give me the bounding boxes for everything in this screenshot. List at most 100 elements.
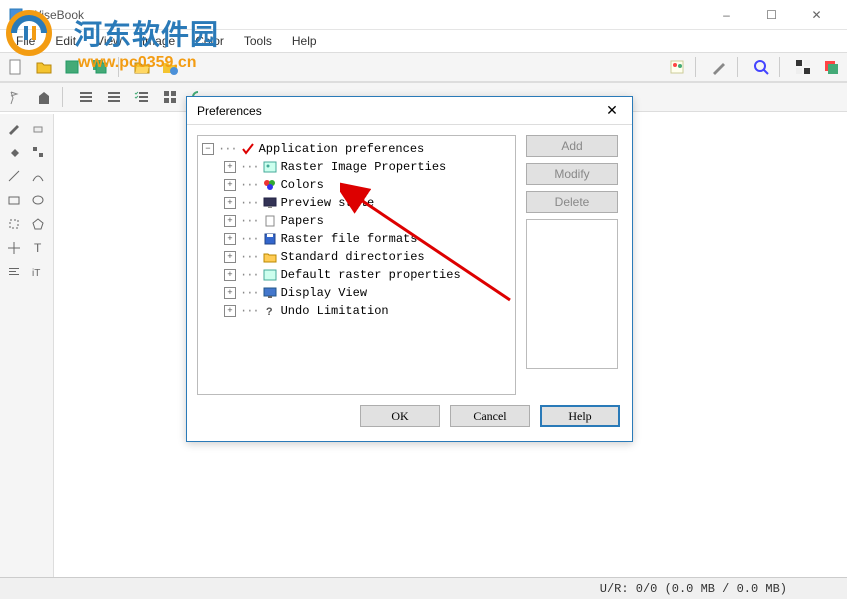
monitor-icon: [262, 196, 278, 210]
add-button[interactable]: Add: [526, 135, 618, 157]
building-icon[interactable]: [32, 85, 56, 109]
tree-item-label: Display View: [281, 286, 367, 300]
display-icon: [262, 286, 278, 300]
tree-item-label: Raster Image Properties: [281, 160, 447, 174]
tree-item-directories[interactable]: + ··· Standard directories: [202, 248, 511, 266]
expand-icon[interactable]: +: [224, 251, 236, 263]
move-icon[interactable]: [4, 238, 24, 258]
maximize-button[interactable]: ☐: [749, 1, 794, 29]
curve-icon[interactable]: [28, 166, 48, 186]
save-icon[interactable]: [60, 55, 84, 79]
floppy-icon: [262, 232, 278, 246]
tiles-icon[interactable]: [158, 85, 182, 109]
text-icon[interactable]: T: [28, 238, 48, 258]
statusbar: U/R: 0/0 (0.0 MB / 0.0 MB): [0, 577, 847, 599]
image-icon: [262, 268, 278, 282]
collapse-icon[interactable]: −: [202, 143, 214, 155]
zoom-icon[interactable]: [749, 55, 773, 79]
tree-item-file-formats[interactable]: + ··· Raster file formats: [202, 230, 511, 248]
menubar: File Edit View Image Color Tools Help: [0, 30, 847, 52]
menu-help[interactable]: Help: [282, 32, 327, 50]
grid-icon[interactable]: [791, 55, 815, 79]
cancel-button[interactable]: Cancel: [450, 405, 530, 427]
open-icon[interactable]: [32, 55, 56, 79]
tree-root-label: Application preferences: [259, 142, 425, 156]
checklist-icon[interactable]: [130, 85, 154, 109]
expand-icon[interactable]: +: [224, 161, 236, 173]
menu-edit[interactable]: Edit: [45, 32, 86, 50]
ellipse-icon[interactable]: [28, 190, 48, 210]
tree-connector: ···: [240, 286, 259, 300]
app-icon: [8, 7, 24, 23]
window-title: WiseBook: [30, 8, 704, 22]
palette-icon[interactable]: [665, 55, 689, 79]
polygon-icon[interactable]: [28, 214, 48, 234]
align-icon[interactable]: [4, 262, 24, 282]
expand-icon[interactable]: +: [224, 305, 236, 317]
tree-connector: ···: [240, 304, 259, 318]
tree-item-raster-props[interactable]: + ··· Raster Image Properties: [202, 158, 511, 176]
pencil-icon[interactable]: [4, 118, 24, 138]
help-button[interactable]: Help: [540, 405, 620, 427]
tree-connector: ···: [240, 178, 259, 192]
dialog-close-button[interactable]: ✕: [602, 101, 622, 121]
bucket-icon[interactable]: [4, 142, 24, 162]
expand-icon[interactable]: +: [224, 197, 236, 209]
menu-color[interactable]: Color: [185, 32, 234, 50]
menu-file[interactable]: File: [6, 32, 45, 50]
tree-item-undo[interactable]: + ··· ? Undo Limitation: [202, 302, 511, 320]
new-icon[interactable]: [4, 55, 28, 79]
layers-icon[interactable]: [819, 55, 843, 79]
eraser-icon[interactable]: [28, 118, 48, 138]
modify-button[interactable]: Modify: [526, 163, 618, 185]
expand-icon[interactable]: +: [224, 233, 236, 245]
ok-button[interactable]: OK: [360, 405, 440, 427]
svg-text:iT: iT: [32, 268, 40, 279]
tree-connector: ···: [240, 232, 259, 246]
list-icon[interactable]: [74, 85, 98, 109]
rect-icon[interactable]: [4, 190, 24, 210]
tree-item-colors[interactable]: + ··· Colors: [202, 176, 511, 194]
preview-box: [526, 219, 618, 369]
list2-icon[interactable]: [102, 85, 126, 109]
check-icon: [240, 142, 256, 156]
menu-image[interactable]: Image: [132, 32, 185, 50]
dialog-title-text: Preferences: [197, 104, 602, 118]
tree-item-label: Standard directories: [281, 250, 425, 264]
tree-connector: ···: [240, 250, 259, 264]
preferences-tree[interactable]: − ··· Application preferences + ··· Rast…: [197, 135, 516, 395]
tree-item-label: Raster file formats: [281, 232, 418, 246]
dialog-body: − ··· Application preferences + ··· Rast…: [187, 125, 632, 405]
delete-button[interactable]: Delete: [526, 191, 618, 213]
brush-icon[interactable]: [707, 55, 731, 79]
tree-connector: ···: [218, 142, 237, 156]
minimize-button[interactable]: –: [704, 1, 749, 29]
wand-icon[interactable]: [4, 85, 28, 109]
preferences-dialog: Preferences ✕ − ··· Application preferen…: [186, 96, 633, 442]
crop-icon[interactable]: [4, 214, 24, 234]
tree-item-label: Undo Limitation: [281, 304, 389, 318]
expand-icon[interactable]: +: [224, 179, 236, 191]
left-toolbox: T iT: [0, 114, 54, 577]
save-all-icon[interactable]: [88, 55, 112, 79]
line-icon[interactable]: [4, 166, 24, 186]
tree-item-display-view[interactable]: + ··· Display View: [202, 284, 511, 302]
tree-item-preview-style[interactable]: + ··· Preview style: [202, 194, 511, 212]
expand-icon[interactable]: +: [224, 269, 236, 281]
tree-item-default-raster[interactable]: + ··· Default raster properties: [202, 266, 511, 284]
batch-icon[interactable]: [158, 55, 182, 79]
rich-text-icon[interactable]: iT: [28, 262, 48, 282]
menu-view[interactable]: View: [86, 32, 132, 50]
close-button[interactable]: ✕: [794, 1, 839, 29]
tree-item-label: Preview style: [281, 196, 375, 210]
tree-connector: ···: [240, 214, 259, 228]
menu-tools[interactable]: Tools: [234, 32, 282, 50]
expand-icon[interactable]: +: [224, 215, 236, 227]
expand-icon[interactable]: +: [224, 287, 236, 299]
folder-open-icon[interactable]: [130, 55, 154, 79]
tree-root[interactable]: − ··· Application preferences: [202, 140, 511, 158]
tree-item-label: Papers: [281, 214, 324, 228]
tree-connector: ···: [240, 196, 259, 210]
pattern-icon[interactable]: [28, 142, 48, 162]
tree-item-papers[interactable]: + ··· Papers: [202, 212, 511, 230]
